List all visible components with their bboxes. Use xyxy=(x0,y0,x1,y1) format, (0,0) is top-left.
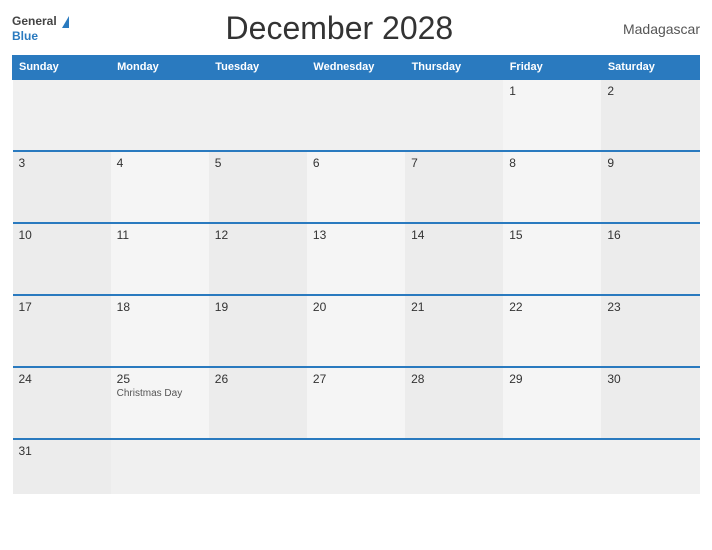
calendar-week-1: 3456789 xyxy=(13,151,700,223)
day-cell: 6 xyxy=(307,151,405,223)
calendar-week-3: 17 18 19 20 21 22 23 xyxy=(13,295,700,367)
day-cell xyxy=(13,79,111,151)
day-number: 28 xyxy=(411,372,497,386)
day-cell: 22 xyxy=(503,295,601,367)
day-number: 4 xyxy=(117,156,203,170)
day-number: 2 xyxy=(607,84,693,98)
day-cell: 30 xyxy=(601,367,699,439)
month-title: December 2028 xyxy=(69,10,610,47)
day-cell xyxy=(111,79,209,151)
day-cell: 21 xyxy=(405,295,503,367)
day-cell: 8 xyxy=(503,151,601,223)
logo: General Blue xyxy=(12,14,69,44)
header-saturday: Saturday xyxy=(601,56,699,80)
day-cell: 17 xyxy=(13,295,111,367)
day-cell: 2 xyxy=(601,79,699,151)
day-number: 27 xyxy=(313,372,399,386)
day-cell: 26 xyxy=(209,367,307,439)
day-cell xyxy=(405,439,503,494)
day-number: 9 xyxy=(607,156,693,170)
day-cell: 16 xyxy=(601,223,699,295)
day-cell: 11 xyxy=(111,223,209,295)
day-cell: 5 xyxy=(209,151,307,223)
day-cell: 14 xyxy=(405,223,503,295)
day-cell: 23 xyxy=(601,295,699,367)
header-sunday: Sunday xyxy=(13,56,111,80)
logo-triangle-icon xyxy=(62,16,69,28)
day-number: 26 xyxy=(215,372,301,386)
day-cell: 27 xyxy=(307,367,405,439)
day-number: 11 xyxy=(117,228,203,242)
day-cell xyxy=(601,439,699,494)
day-number: 10 xyxy=(19,228,105,242)
day-cell: 18 xyxy=(111,295,209,367)
day-number: 22 xyxy=(509,300,595,314)
day-number: 3 xyxy=(19,156,105,170)
calendar-body: 1234567891011121314151617181920212223242… xyxy=(13,79,700,494)
calendar-week-5: 31 xyxy=(13,439,700,494)
day-cell xyxy=(405,79,503,151)
day-header-row: Sunday Monday Tuesday Wednesday Thursday… xyxy=(13,56,700,80)
day-cell xyxy=(503,439,601,494)
day-cell: 19 xyxy=(209,295,307,367)
day-cell: 3 xyxy=(13,151,111,223)
day-cell: 4 xyxy=(111,151,209,223)
header-thursday: Thursday xyxy=(405,56,503,80)
event-label: Christmas Day xyxy=(117,388,203,399)
header-tuesday: Tuesday xyxy=(209,56,307,80)
header-wednesday: Wednesday xyxy=(307,56,405,80)
day-number: 1 xyxy=(509,84,595,98)
day-number: 16 xyxy=(607,228,693,242)
day-cell: 7 xyxy=(405,151,503,223)
day-number: 23 xyxy=(607,300,693,314)
day-number: 31 xyxy=(19,444,105,458)
day-cell xyxy=(307,439,405,494)
logo-general-text: General xyxy=(12,14,57,28)
logo-general-line: General xyxy=(12,14,69,29)
day-cell: 24 xyxy=(13,367,111,439)
country-label: Madagascar xyxy=(610,21,700,37)
day-number: 8 xyxy=(509,156,595,170)
calendar-table: Sunday Monday Tuesday Wednesday Thursday… xyxy=(12,55,700,494)
day-number: 13 xyxy=(313,228,399,242)
day-number: 30 xyxy=(607,372,693,386)
day-cell: 10 xyxy=(13,223,111,295)
day-cell xyxy=(111,439,209,494)
header-monday: Monday xyxy=(111,56,209,80)
calendar-container: General Blue December 2028 Madagascar Su… xyxy=(0,0,712,550)
day-number: 6 xyxy=(313,156,399,170)
day-number: 12 xyxy=(215,228,301,242)
day-number: 20 xyxy=(313,300,399,314)
logo-blue-text: Blue xyxy=(12,29,69,43)
day-number: 17 xyxy=(19,300,105,314)
day-cell: 15 xyxy=(503,223,601,295)
calendar-week-4: 24 25 Christmas Day 26 27 28 29 30 xyxy=(13,367,700,439)
day-number: 24 xyxy=(19,372,105,386)
calendar-week-2: 10 11 12 13 14 15 16 xyxy=(13,223,700,295)
calendar-week-0: 12 xyxy=(13,79,700,151)
day-number: 19 xyxy=(215,300,301,314)
day-number: 5 xyxy=(215,156,301,170)
day-cell: 12 xyxy=(209,223,307,295)
day-number: 14 xyxy=(411,228,497,242)
day-number: 21 xyxy=(411,300,497,314)
day-cell xyxy=(209,439,307,494)
header-friday: Friday xyxy=(503,56,601,80)
day-cell: 1 xyxy=(503,79,601,151)
day-number: 7 xyxy=(411,156,497,170)
day-cell: 9 xyxy=(601,151,699,223)
day-number: 18 xyxy=(117,300,203,314)
calendar-header: General Blue December 2028 Madagascar xyxy=(12,10,700,47)
day-cell: 29 xyxy=(503,367,601,439)
day-number: 15 xyxy=(509,228,595,242)
day-cell xyxy=(209,79,307,151)
day-cell: 31 xyxy=(13,439,111,494)
day-cell xyxy=(307,79,405,151)
day-cell: 28 xyxy=(405,367,503,439)
day-cell: 25 Christmas Day xyxy=(111,367,209,439)
day-number: 29 xyxy=(509,372,595,386)
day-cell: 13 xyxy=(307,223,405,295)
day-number: 25 xyxy=(117,372,203,386)
day-cell: 20 xyxy=(307,295,405,367)
